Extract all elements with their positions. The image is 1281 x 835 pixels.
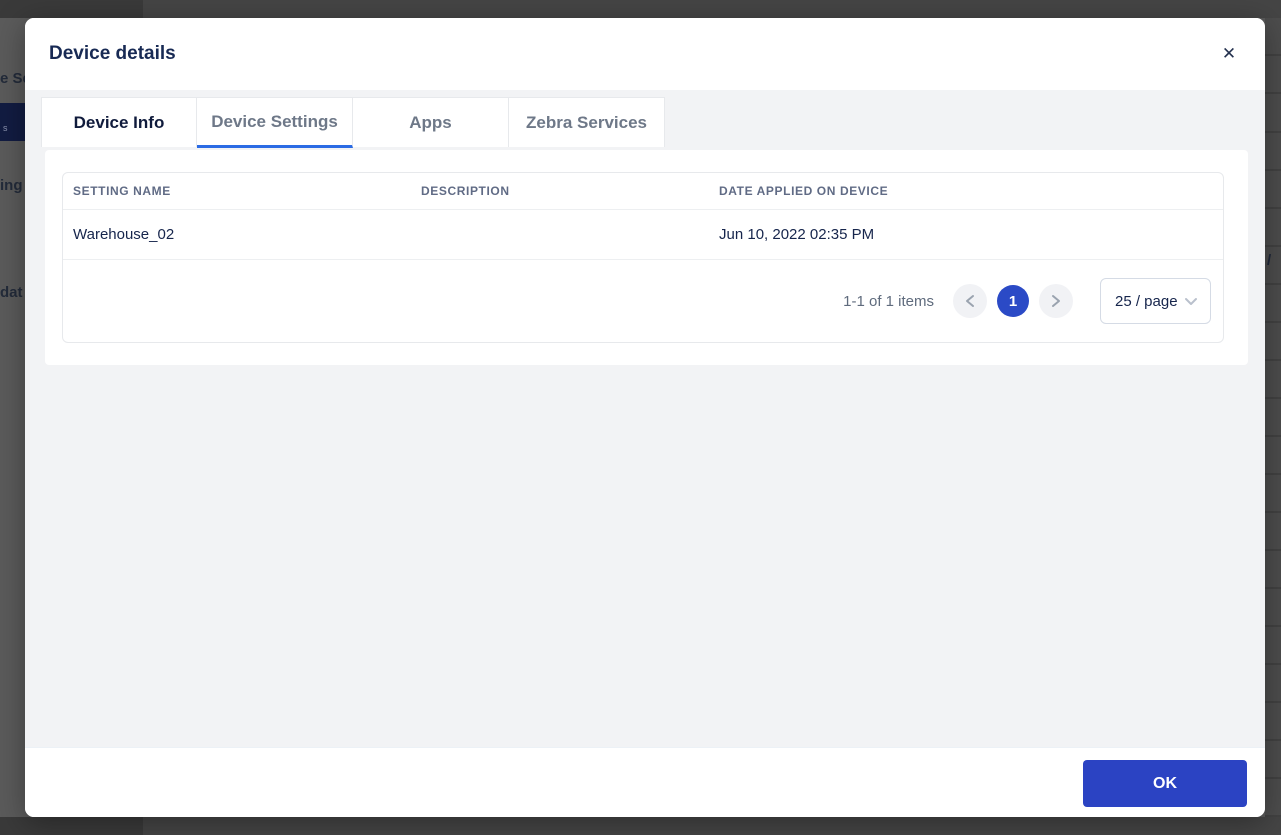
- background-top-bar: [0, 0, 1281, 18]
- chevron-down-icon: [1185, 297, 1197, 305]
- pagination-summary: 1-1 of 1 items: [843, 292, 934, 310]
- tab-apps[interactable]: Apps: [353, 97, 509, 147]
- modal-header: Device details ✕: [25, 18, 1265, 90]
- column-header-setting-name: SETTING NAME: [73, 184, 171, 198]
- tab-content-card: SETTING NAME DESCRIPTION DATE APPLIED ON…: [45, 150, 1248, 365]
- tab-device-settings[interactable]: Device Settings: [197, 97, 353, 148]
- modal-footer: OK: [25, 747, 1265, 817]
- previous-page-button[interactable]: [953, 284, 987, 318]
- close-icon[interactable]: ✕: [1215, 40, 1243, 68]
- table-header-row: SETTING NAME DESCRIPTION DATE APPLIED ON…: [63, 173, 1223, 209]
- chevron-left-icon: [966, 295, 974, 307]
- device-details-modal: Device details ✕ Device Info Device Sett…: [25, 18, 1265, 817]
- background-text-fragment: e Se: [0, 70, 26, 87]
- cell-date-applied: Jun 10, 2022 02:35 PM: [719, 226, 875, 243]
- background-text-fragment: /: [1267, 252, 1272, 269]
- background-text-fragment: dat: [0, 284, 23, 301]
- ok-button[interactable]: OK: [1083, 760, 1247, 807]
- page-number-button[interactable]: 1: [997, 285, 1029, 317]
- column-header-date-applied: DATE APPLIED ON DEVICE: [719, 184, 889, 198]
- background-bottom-bar: [0, 817, 1281, 835]
- background-text-fragment: ing: [0, 177, 23, 194]
- modal-title: Device details: [49, 43, 176, 64]
- next-page-button[interactable]: [1039, 284, 1073, 318]
- chevron-right-icon: [1052, 295, 1060, 307]
- background-table-edge: [1265, 18, 1281, 817]
- page-size-value: 25 / page: [1115, 292, 1178, 310]
- device-settings-table: SETTING NAME DESCRIPTION DATE APPLIED ON…: [62, 172, 1224, 343]
- table-row[interactable]: Warehouse_02 Jun 10, 2022 02:35 PM: [63, 209, 1223, 259]
- cell-setting-name: Warehouse_02: [73, 226, 175, 243]
- tab-strip: Device Info Device Settings Apps Zebra S…: [41, 97, 665, 148]
- background-sidebar-selected-item: s: [0, 103, 26, 141]
- tab-device-info[interactable]: Device Info: [41, 97, 197, 147]
- column-header-description: DESCRIPTION: [421, 184, 510, 198]
- page-size-select[interactable]: 25 / page: [1100, 278, 1211, 324]
- tab-zebra-services[interactable]: Zebra Services: [509, 97, 665, 147]
- pagination-bar: 1-1 of 1 items 1 25 / page: [63, 259, 1223, 342]
